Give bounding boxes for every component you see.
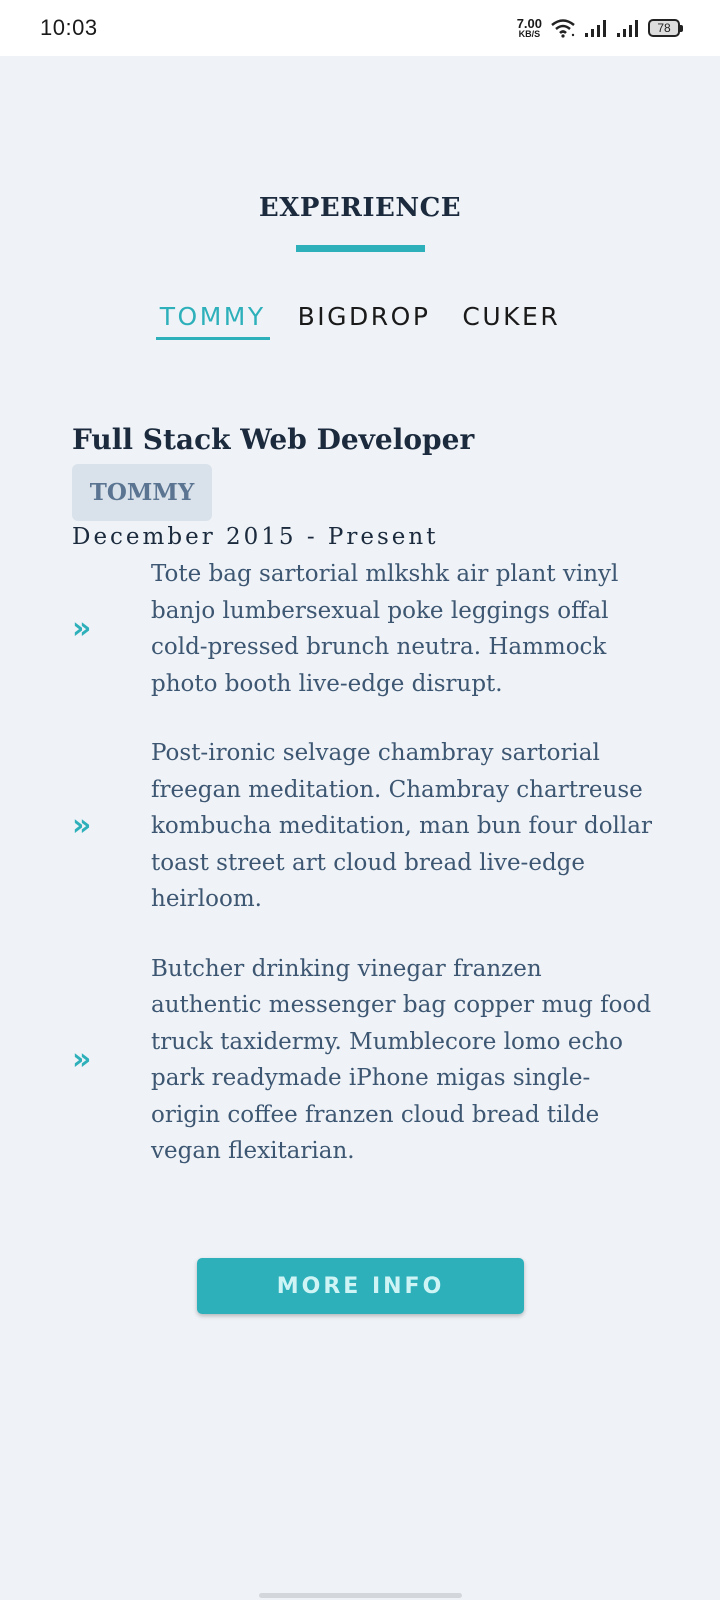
status-time: 10:03 xyxy=(40,15,98,40)
network-speed: 7.00 KB/S xyxy=(517,17,542,39)
double-chevron-right-icon: » xyxy=(72,808,92,844)
tab-bigdrop[interactable]: BIGDROP xyxy=(294,300,435,340)
battery-level: 78 xyxy=(657,21,671,35)
date-range: December 2015 - Present xyxy=(72,524,439,550)
signal-icon-2 xyxy=(617,20,638,37)
list-item: » Post-ironic selvage chambray sartorial… xyxy=(72,735,652,918)
list-item: » Tote bag sartorial mlkshk air plant vi… xyxy=(72,556,652,702)
job-duties-list: » Tote bag sartorial mlkshk air plant vi… xyxy=(72,556,652,1203)
network-speed-unit: KB/S xyxy=(518,29,541,39)
double-chevron-right-icon: » xyxy=(72,611,92,646)
duty-text: Butcher drinking vinegar franzen authent… xyxy=(151,955,652,1165)
tab-tommy[interactable]: TOMMY xyxy=(155,300,270,340)
wifi-icon xyxy=(551,19,575,38)
more-info-button[interactable]: MORE INFO xyxy=(197,1258,524,1314)
signal-icon xyxy=(585,20,606,37)
company-tabs: TOMMY BIGDROP CUKER xyxy=(0,300,720,340)
battery-icon: 78 xyxy=(648,19,683,37)
home-indicator[interactable] xyxy=(259,1593,462,1598)
double-chevron-right-icon: » xyxy=(72,1042,92,1077)
duty-text: Tote bag sartorial mlkshk air plant viny… xyxy=(151,561,619,697)
tab-cuker[interactable]: CUKER xyxy=(458,300,564,340)
list-item: » Butcher drinking vinegar franzen authe… xyxy=(72,951,652,1170)
status-icons: 7.00 KB/S 78 xyxy=(517,17,683,39)
job-title: Full Stack Web Developer xyxy=(72,423,475,456)
section-title: EXPERIENCE xyxy=(258,193,462,223)
title-underline xyxy=(296,245,425,252)
duty-text: Post-ironic selvage chambray sartorial f… xyxy=(151,740,652,912)
company-badge: TOMMY xyxy=(72,464,212,521)
status-bar: 10:03 7.00 KB/S 78 xyxy=(0,0,720,56)
